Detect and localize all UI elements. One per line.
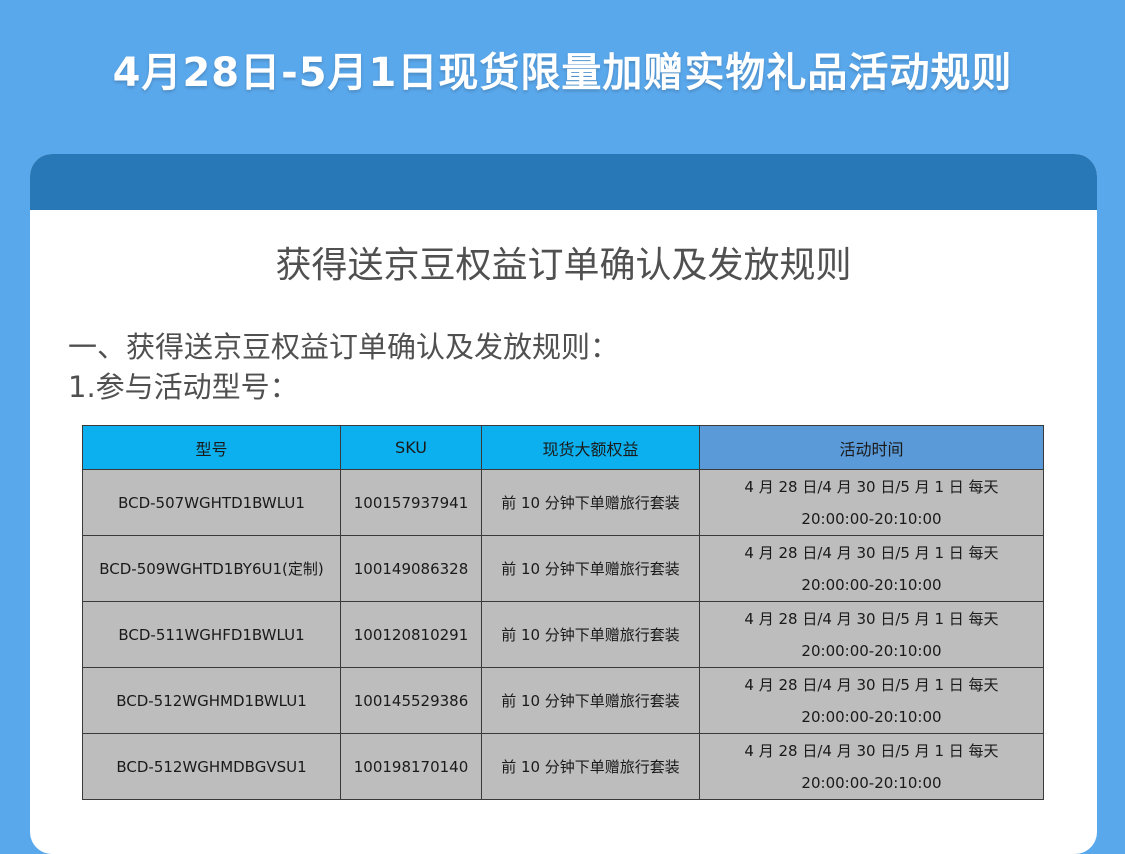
cell-model: BCD-509WGHTD1BY6U1(定制) bbox=[82, 535, 341, 602]
card-title: 获得送京豆权益订单确认及发放规则 bbox=[275, 245, 852, 286]
header-benefit: 现货大额权益 bbox=[481, 425, 700, 470]
cell-benefit: 前 10 分钟下单赠旅行套装 bbox=[481, 733, 700, 800]
rules-card: 获得送京豆权益订单确认及发放规则 一、获得送京豆权益订单确认及发放规则： 1.参… bbox=[30, 154, 1097, 854]
header-model: 型号 bbox=[82, 425, 341, 470]
header-time: 活动时间 bbox=[699, 425, 1044, 470]
table-row: BCD-507WGHTD1BWLU1 100157937941 前 10 分钟下… bbox=[82, 469, 1044, 536]
sub-heading: 1.参与活动型号： bbox=[68, 370, 299, 404]
cell-time: 4 月 28 日/4 月 30 日/5 月 1 日 每天 20:00:00-20… bbox=[699, 733, 1044, 800]
banner-title: 4月28日-5月1日现货限量加赠实物礼品活动规则 bbox=[112, 50, 1013, 96]
cell-time: 4 月 28 日/4 月 30 日/5 月 1 日 每天 20:00:00-20… bbox=[699, 469, 1044, 536]
cell-benefit: 前 10 分钟下单赠旅行套装 bbox=[481, 535, 700, 602]
cell-benefit: 前 10 分钟下单赠旅行套装 bbox=[481, 667, 700, 734]
table-header-row: 型号 SKU 现货大额权益 活动时间 bbox=[82, 425, 1044, 470]
cell-model: BCD-511WGHFD1BWLU1 bbox=[82, 601, 341, 668]
section-heading: 一、获得送京豆权益订单确认及发放规则： bbox=[68, 330, 620, 364]
cell-time: 4 月 28 日/4 月 30 日/5 月 1 日 每天 20:00:00-20… bbox=[699, 601, 1044, 668]
card-header-bar bbox=[30, 154, 1097, 210]
table-row: BCD-509WGHTD1BY6U1(定制) 100149086328 前 10… bbox=[82, 535, 1044, 602]
header-sku: SKU bbox=[340, 425, 482, 470]
cell-sku: 100157937941 bbox=[340, 469, 482, 536]
cell-benefit: 前 10 分钟下单赠旅行套装 bbox=[481, 601, 700, 668]
cell-model: BCD-512WGHMD1BWLU1 bbox=[82, 667, 341, 734]
cell-benefit: 前 10 分钟下单赠旅行套装 bbox=[481, 469, 700, 536]
cell-sku: 100149086328 bbox=[340, 535, 482, 602]
cell-sku: 100120810291 bbox=[340, 601, 482, 668]
cell-model: BCD-507WGHTD1BWLU1 bbox=[82, 469, 341, 536]
table-row: BCD-512WGHMDBGVSU1 100198170140 前 10 分钟下… bbox=[82, 733, 1044, 800]
cell-sku: 100145529386 bbox=[340, 667, 482, 734]
cell-time: 4 月 28 日/4 月 30 日/5 月 1 日 每天 20:00:00-20… bbox=[699, 535, 1044, 602]
cell-time: 4 月 28 日/4 月 30 日/5 月 1 日 每天 20:00:00-20… bbox=[699, 667, 1044, 734]
table-row: BCD-511WGHFD1BWLU1 100120810291 前 10 分钟下… bbox=[82, 601, 1044, 668]
cell-sku: 100198170140 bbox=[340, 733, 482, 800]
table-row: BCD-512WGHMD1BWLU1 100145529386 前 10 分钟下… bbox=[82, 667, 1044, 734]
cell-model: BCD-512WGHMDBGVSU1 bbox=[82, 733, 341, 800]
models-table: 型号 SKU 现货大额权益 活动时间 BCD-507WGHTD1BWLU1 10… bbox=[82, 425, 1044, 800]
